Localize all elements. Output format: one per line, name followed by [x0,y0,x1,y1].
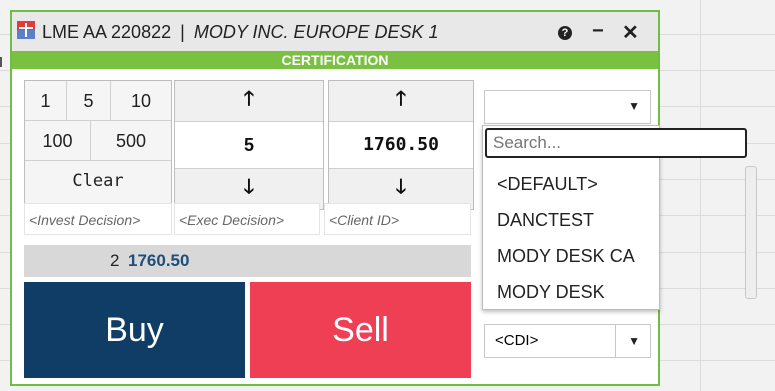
exec-decision-field[interactable]: <Exec Decision> [174,203,320,235]
qty-preset-100-button[interactable]: 100 [25,121,91,161]
title-bar[interactable]: LME AA 220822 | MODY INC. EUROPE DESK 1 … [12,12,658,51]
account-option[interactable]: DANCTEST [483,202,743,238]
cdi-select[interactable]: <CDI> ▼ [484,324,651,358]
arrow-up-icon: 🡑 [243,88,255,110]
buy-button[interactable]: Buy [24,282,245,378]
environment-banner: CERTIFICATION [12,51,658,69]
summary-price: 1760.50 [128,251,190,270]
account-option[interactable]: MODY DESK CA [483,238,743,274]
arrow-down-icon: 🡓 [243,176,255,198]
desk-name: MODY INC. EUROPE DESK 1 [193,22,439,42]
close-icon[interactable]: ✕ [622,20,639,45]
quantity-presets: 1 5 10 100 500 Clear [24,80,172,210]
quantity-spinner: 🡑 5 🡓 [174,80,324,210]
cdi-select-value: <CDI> [495,332,539,349]
account-option[interactable]: MODY DESK [483,274,743,310]
order-summary-bar: 2 1760.50 [24,245,471,277]
client-id-field[interactable]: <Client ID> [324,203,471,235]
account-option-list: <DEFAULT> DANCTEST MODY DESK CA MODY DES… [483,166,743,310]
account-dropdown: <DEFAULT> DANCTEST MODY DESK CA MODY DES… [482,125,757,310]
summary-count: 2 [110,251,120,270]
sell-button[interactable]: Sell [250,282,471,378]
account-search-input[interactable] [485,128,747,158]
price-spinner: 🡑 1760.50 🡓 [328,80,474,210]
account-option[interactable]: <DEFAULT> [483,166,743,202]
order-ticket-window: LME AA 220822 | MODY INC. EUROPE DESK 1 … [10,10,757,386]
flag-icon [17,21,35,39]
qty-preset-500-button[interactable]: 500 [91,121,171,161]
chevron-down-icon: ▼ [628,99,640,113]
invest-decision-field[interactable]: <Invest Decision> [24,203,172,235]
quantity-up-button[interactable]: 🡑 [175,81,323,122]
price-up-button[interactable]: 🡑 [329,81,473,122]
dropdown-scrollbar[interactable] [745,166,757,299]
help-icon[interactable]: ? [558,26,572,40]
clear-button[interactable]: Clear [25,161,171,201]
window-title: LME AA 220822 | MODY INC. EUROPE DESK 1 [42,22,439,43]
minimize-icon[interactable]: − [592,20,604,43]
account-select[interactable]: ▼ [484,90,651,124]
qty-preset-10-button[interactable]: 10 [111,81,171,121]
quantity-value[interactable]: 5 [175,122,323,168]
select-divider [615,325,616,357]
price-value[interactable]: 1760.50 [329,122,473,168]
instrument-symbol: LME AA 220822 [42,22,172,42]
title-separator: | [180,22,185,42]
qty-preset-5-button[interactable]: 5 [67,81,111,121]
arrow-down-icon: 🡓 [395,176,407,198]
chevron-down-icon: ▼ [628,334,640,348]
arrow-up-icon: 🡑 [395,88,407,110]
qty-preset-1-button[interactable]: 1 [25,81,67,121]
